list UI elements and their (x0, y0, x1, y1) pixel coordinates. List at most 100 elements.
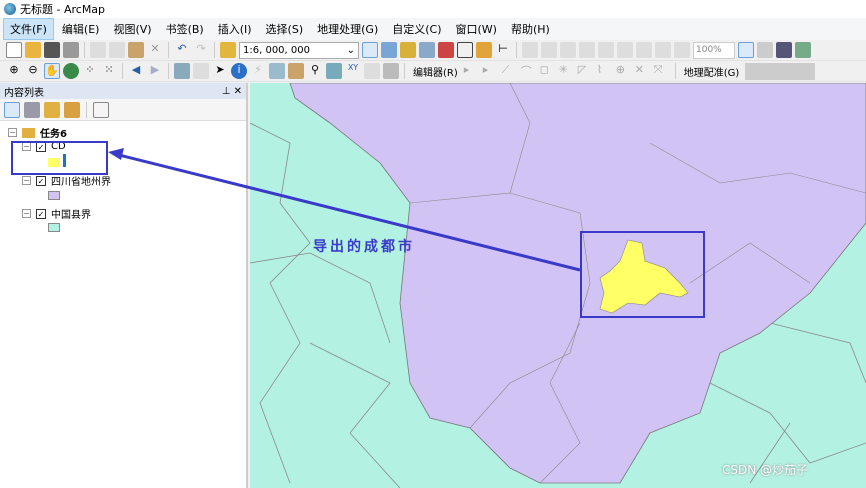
menu-file[interactable]: 文件(F) (3, 18, 54, 40)
visibility-checkbox[interactable]: ✓ (36, 175, 46, 186)
options-icon[interactable] (93, 101, 109, 118)
back-extent-icon[interactable] (655, 42, 671, 58)
map-view[interactable]: 导出的成都市 CSDN @炒茄子 (250, 83, 866, 488)
back-icon[interactable]: ◀ (128, 63, 144, 79)
layout-zoom-dropdown[interactable]: 100% (693, 41, 735, 59)
layout-zoom-in-icon[interactable] (522, 42, 538, 58)
undo-icon[interactable]: ↶ (174, 42, 190, 58)
list-by-source-icon[interactable] (24, 101, 40, 118)
forward-extent-icon[interactable] (674, 42, 690, 58)
menu-windows[interactable]: 窗口(W) (450, 19, 503, 39)
edit-tool-icon[interactable]: ▸ (464, 63, 480, 79)
visibility-checkbox[interactable]: ✓ (36, 141, 46, 152)
georeferencing-menu[interactable]: 地理配准(G) (681, 64, 743, 79)
rotate-icon[interactable]: ⤧ (654, 63, 670, 79)
data-driven-pages-icon[interactable] (795, 42, 811, 58)
layout-zoom-out-icon[interactable] (541, 42, 557, 58)
visibility-checkbox[interactable]: ✓ (36, 208, 46, 219)
layer-row-sichuan[interactable]: − ✓ 四川省地州界 (22, 173, 111, 188)
list-by-visibility-icon[interactable] (44, 101, 60, 118)
go-to-xy-icon[interactable]: XY (345, 63, 361, 79)
measure-icon[interactable]: ⊢ (495, 42, 511, 58)
data-frame-row[interactable]: − 任务6 (8, 125, 67, 140)
menu-view[interactable]: 视图(V) (107, 19, 157, 39)
toc-window-icon[interactable] (381, 42, 397, 58)
menu-geoprocessing[interactable]: 地理处理(G) (311, 19, 384, 39)
symbol-swatch-sichuan[interactable] (48, 191, 60, 200)
symbol-swatch-cd[interactable] (48, 158, 60, 167)
scale-dropdown[interactable]: 1:6, 000, 000 ⌄ (239, 41, 359, 59)
measure-tool-icon[interactable] (288, 63, 304, 79)
new-icon[interactable] (6, 42, 22, 58)
collapse-icon[interactable]: − (8, 128, 17, 137)
delete-icon[interactable]: ✕ (147, 42, 163, 58)
find-icon[interactable]: ⚲ (307, 63, 323, 79)
create-viewer-icon[interactable] (383, 63, 399, 79)
layer-row-cd[interactable]: − ✓ CD (22, 141, 66, 152)
select-features-icon[interactable] (174, 63, 190, 79)
split-icon[interactable]: ✕ (635, 63, 651, 79)
add-data-icon[interactable] (220, 42, 236, 58)
menu-edit[interactable]: 编辑(E) (56, 19, 106, 39)
modelbuilder-icon[interactable] (476, 42, 492, 58)
cut-polygons-icon[interactable]: ⊕ (616, 63, 632, 79)
symbol-swatch-county[interactable] (48, 223, 60, 232)
paste-icon[interactable] (128, 42, 144, 58)
fixed-zoom-in-icon[interactable] (617, 42, 633, 58)
hyperlink-icon[interactable]: ⚡ (250, 63, 266, 79)
redo-icon[interactable]: ↷ (193, 42, 209, 58)
list-by-drawing-order-icon[interactable] (4, 101, 20, 118)
layout-pan-icon[interactable] (560, 42, 576, 58)
editor-toolbar-icon[interactable] (362, 42, 378, 58)
zoom-in-icon[interactable]: ⊕ (6, 63, 22, 79)
cut-icon[interactable] (90, 42, 106, 58)
clear-selection-icon[interactable] (193, 63, 209, 79)
change-layout-icon[interactable] (776, 42, 792, 58)
menu-bookmarks[interactable]: 书签(B) (160, 19, 210, 39)
fixed-zoom-in-map-icon[interactable]: ⁘ (82, 63, 98, 79)
identify-icon[interactable]: i (231, 63, 247, 79)
collapse-icon[interactable]: − (22, 176, 31, 185)
find-route-icon[interactable] (326, 63, 342, 79)
save-icon[interactable] (44, 42, 60, 58)
reshape-icon[interactable]: ⌇ (597, 63, 613, 79)
menu-selection[interactable]: 选择(S) (260, 19, 310, 39)
editor-menu[interactable]: 编辑器(R) (410, 64, 461, 79)
focus-frame-icon[interactable] (757, 42, 773, 58)
zoom-whole-page-icon[interactable] (579, 42, 595, 58)
list-by-selection-icon[interactable] (64, 101, 80, 118)
straight-segment-icon[interactable]: ⟋ (502, 63, 518, 79)
menu-insert[interactable]: 插入(I) (212, 19, 258, 39)
menu-help[interactable]: 帮助(H) (505, 19, 556, 39)
edit-vertices-icon[interactable]: ◸ (578, 63, 594, 79)
print-icon[interactable] (63, 42, 79, 58)
georef-layer-dropdown[interactable] (745, 62, 816, 80)
layer-row-county[interactable]: − ✓ 中国县界 (22, 206, 91, 221)
time-slider-icon[interactable] (364, 63, 380, 79)
construction-icon[interactable]: ◻ (540, 63, 556, 79)
catalog-icon[interactable] (400, 42, 416, 58)
open-icon[interactable] (25, 42, 41, 58)
full-extent-icon[interactable] (63, 63, 79, 79)
fixed-zoom-out-icon[interactable] (636, 42, 652, 58)
fixed-zoom-out-map-icon[interactable]: ⁙ (101, 63, 117, 79)
html-popup-icon[interactable] (269, 63, 285, 79)
zoom-100-icon[interactable] (598, 42, 614, 58)
close-icon[interactable]: ✕ (234, 86, 242, 97)
zoom-out-icon[interactable]: ⊖ (25, 63, 41, 79)
vertex-icon[interactable]: ✳ (559, 63, 575, 79)
collapse-icon[interactable]: − (22, 142, 31, 151)
pan-icon[interactable]: ✋ (44, 63, 60, 79)
select-elements-icon[interactable]: ➤ (212, 63, 228, 79)
arctoolbox-icon[interactable] (438, 42, 454, 58)
forward-icon[interactable]: ▶ (147, 63, 163, 79)
toggle-draft-icon[interactable] (738, 42, 754, 58)
collapse-icon[interactable]: − (22, 209, 31, 218)
pin-icon[interactable]: ⊥ (222, 86, 231, 97)
search-window-icon[interactable] (419, 42, 435, 58)
copy-icon[interactable] (109, 42, 125, 58)
end-point-arc-icon[interactable]: ⌒ (521, 63, 537, 79)
python-window-icon[interactable] (457, 42, 473, 58)
edit-annotation-icon[interactable]: ▸ (483, 63, 499, 79)
menu-customize[interactable]: 自定义(C) (386, 19, 447, 39)
